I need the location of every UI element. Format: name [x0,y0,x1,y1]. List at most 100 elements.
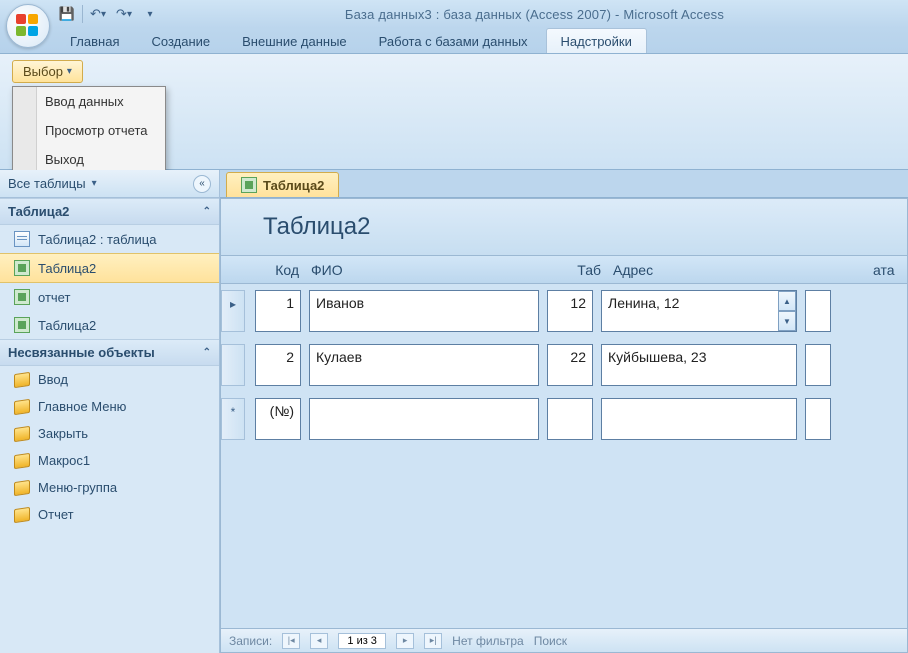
no-filter-label: Нет фильтра [452,634,524,648]
qat-customize[interactable]: ▾ [139,3,161,25]
choice-dropdown-menu: Ввод данных Просмотр отчета Выход [12,86,166,175]
nav-header-label: Все таблицы [8,176,86,191]
nav-group-title-unrelated[interactable]: Несвязанные объекты ⌃ [0,339,219,366]
nav-next-button[interactable]: ▸ [396,633,414,649]
menu-item-view-report[interactable]: Просмотр отчета [13,116,165,145]
data-rows: ▸ 1 Иванов 12 Ленина, 12 ▲ ▼ [221,284,907,446]
record-navigator: Записи: |◂ ◂ ▸ ▸| Нет фильтра Поиск [221,628,907,652]
data-row: 2 Кулаев 22 Куйбышева, 23 [221,338,907,392]
macro-icon [14,506,30,522]
cell-id[interactable]: 2 [255,344,301,386]
cell-ata[interactable] [805,290,831,332]
document-tab-label: Таблица2 [263,178,324,193]
nav-item-macro-input[interactable]: Ввод [0,366,219,393]
tab-database-tools[interactable]: Работа с базами данных [365,29,542,53]
nav-item-label: отчет [38,290,70,305]
cell-id[interactable]: 1 [255,290,301,332]
work-area: Все таблицы ▾ « Таблица2 ⌃ Таблица2 : та… [0,170,908,653]
new-row: * (№) [221,392,907,446]
spin-up-button[interactable]: ▲ [778,291,796,311]
content-area: Таблица2 Таблица2 Код ФИО Таб Адрес ата … [220,170,908,653]
record-position-input[interactable] [338,633,386,649]
cell-tab[interactable]: 12 [547,290,593,332]
qat-separator [82,5,83,23]
nav-item-table2-form[interactable]: Таблица2 [0,253,219,283]
data-row: ▸ 1 Иванов 12 Ленина, 12 ▲ ▼ [221,284,907,338]
row-selector-new[interactable]: * [221,398,245,440]
nav-prev-button[interactable]: ◂ [310,633,328,649]
choice-button-label: Выбор [23,64,63,79]
search-label: Поиск [534,634,567,648]
chevron-down-icon: ▾ [67,66,72,77]
office-button[interactable] [6,4,50,48]
document-tab-table2[interactable]: Таблица2 [226,172,339,197]
cell-ata[interactable] [805,344,831,386]
chevron-down-icon: ▾ [147,9,152,20]
nav-first-button[interactable]: |◂ [282,633,300,649]
records-label: Записи: [229,634,272,648]
row-selector[interactable]: ▸ [221,290,245,332]
nav-item-macro-menu-group[interactable]: Меню-группа [0,474,219,501]
nav-item-report[interactable]: отчет [0,283,219,311]
choice-dropdown-button[interactable]: Выбор ▾ [12,60,83,83]
form-icon [14,260,30,276]
tab-external-data[interactable]: Внешние данные [228,29,361,53]
cell-ata[interactable] [805,398,831,440]
cell-addr-value: Ленина, 12 [608,295,679,311]
col-header-ata[interactable]: ата [867,262,907,278]
collapse-pane-button[interactable]: « [193,175,211,193]
document-tab-strip: Таблица2 [220,170,908,198]
row-selector[interactable] [221,344,245,386]
col-header-addr[interactable]: Адрес [607,262,817,278]
cell-id[interactable]: (№) [255,398,301,440]
cell-fio[interactable]: Иванов [309,290,539,332]
cell-addr[interactable] [601,398,797,440]
macro-icon [14,425,30,441]
nav-group-label: Таблица2 [8,204,69,219]
macro-icon [14,452,30,468]
chevron-down-icon: ▾ [92,178,97,189]
nav-item-macro-main-menu[interactable]: Главное Меню [0,393,219,420]
title-bar: 💾 ↶▾ ↷▾ ▾ База данных3 : база данных (Ac… [0,0,908,28]
nav-last-button[interactable]: ▸| [424,633,442,649]
ribbon-body: Выбор ▾ Ввод данных Просмотр отчета Выхо… [0,54,908,170]
nav-header[interactable]: Все таблицы ▾ « [0,170,219,198]
nav-item-label: Таблица2 : таблица [38,232,156,247]
menu-item-input-data[interactable]: Ввод данных [13,87,165,116]
nav-group-title-table2[interactable]: Таблица2 ⌃ [0,198,219,225]
form-icon [14,317,30,333]
column-headers: Код ФИО Таб Адрес ата [221,256,907,284]
col-header-id[interactable]: Код [245,262,305,278]
tab-home[interactable]: Главная [56,29,133,53]
cell-fio[interactable]: Кулаев [309,344,539,386]
nav-item-macro-report[interactable]: Отчет [0,501,219,528]
cell-tab[interactable]: 22 [547,344,593,386]
tab-addins[interactable]: Надстройки [546,28,647,53]
group-collapse-icon: ⌃ [203,347,211,358]
nav-item-label: Таблица2 [38,261,96,276]
undo-button[interactable]: ↶▾ [87,3,109,25]
macro-icon [14,398,30,414]
redo-icon: ↷ [116,6,127,22]
tab-create[interactable]: Создание [137,29,224,53]
app-title: База данных3 : база данных (Access 2007)… [161,7,908,22]
save-button[interactable]: 💾 [56,3,78,25]
cell-tab[interactable] [547,398,593,440]
col-header-fio[interactable]: ФИО [305,262,553,278]
cell-addr[interactable]: Ленина, 12 ▲ ▼ [601,290,797,332]
nav-item-table2-form-2[interactable]: Таблица2 [0,311,219,339]
nav-item-table2-table[interactable]: Таблица2 : таблица [0,225,219,253]
cell-addr[interactable]: Куйбышева, 23 [601,344,797,386]
spin-down-button[interactable]: ▼ [778,311,796,331]
cell-fio[interactable] [309,398,539,440]
form-title: Таблица2 [221,199,907,256]
save-icon: 💾 [59,6,75,22]
nav-item-macro-macro1[interactable]: Макрос1 [0,447,219,474]
redo-button[interactable]: ↷▾ [113,3,135,25]
table-icon [14,231,30,247]
nav-item-macro-close[interactable]: Закрыть [0,420,219,447]
group-collapse-icon: ⌃ [203,206,211,217]
chevron-down-icon: ▾ [127,9,132,20]
col-header-tab[interactable]: Таб [553,262,607,278]
form-icon [14,289,30,305]
